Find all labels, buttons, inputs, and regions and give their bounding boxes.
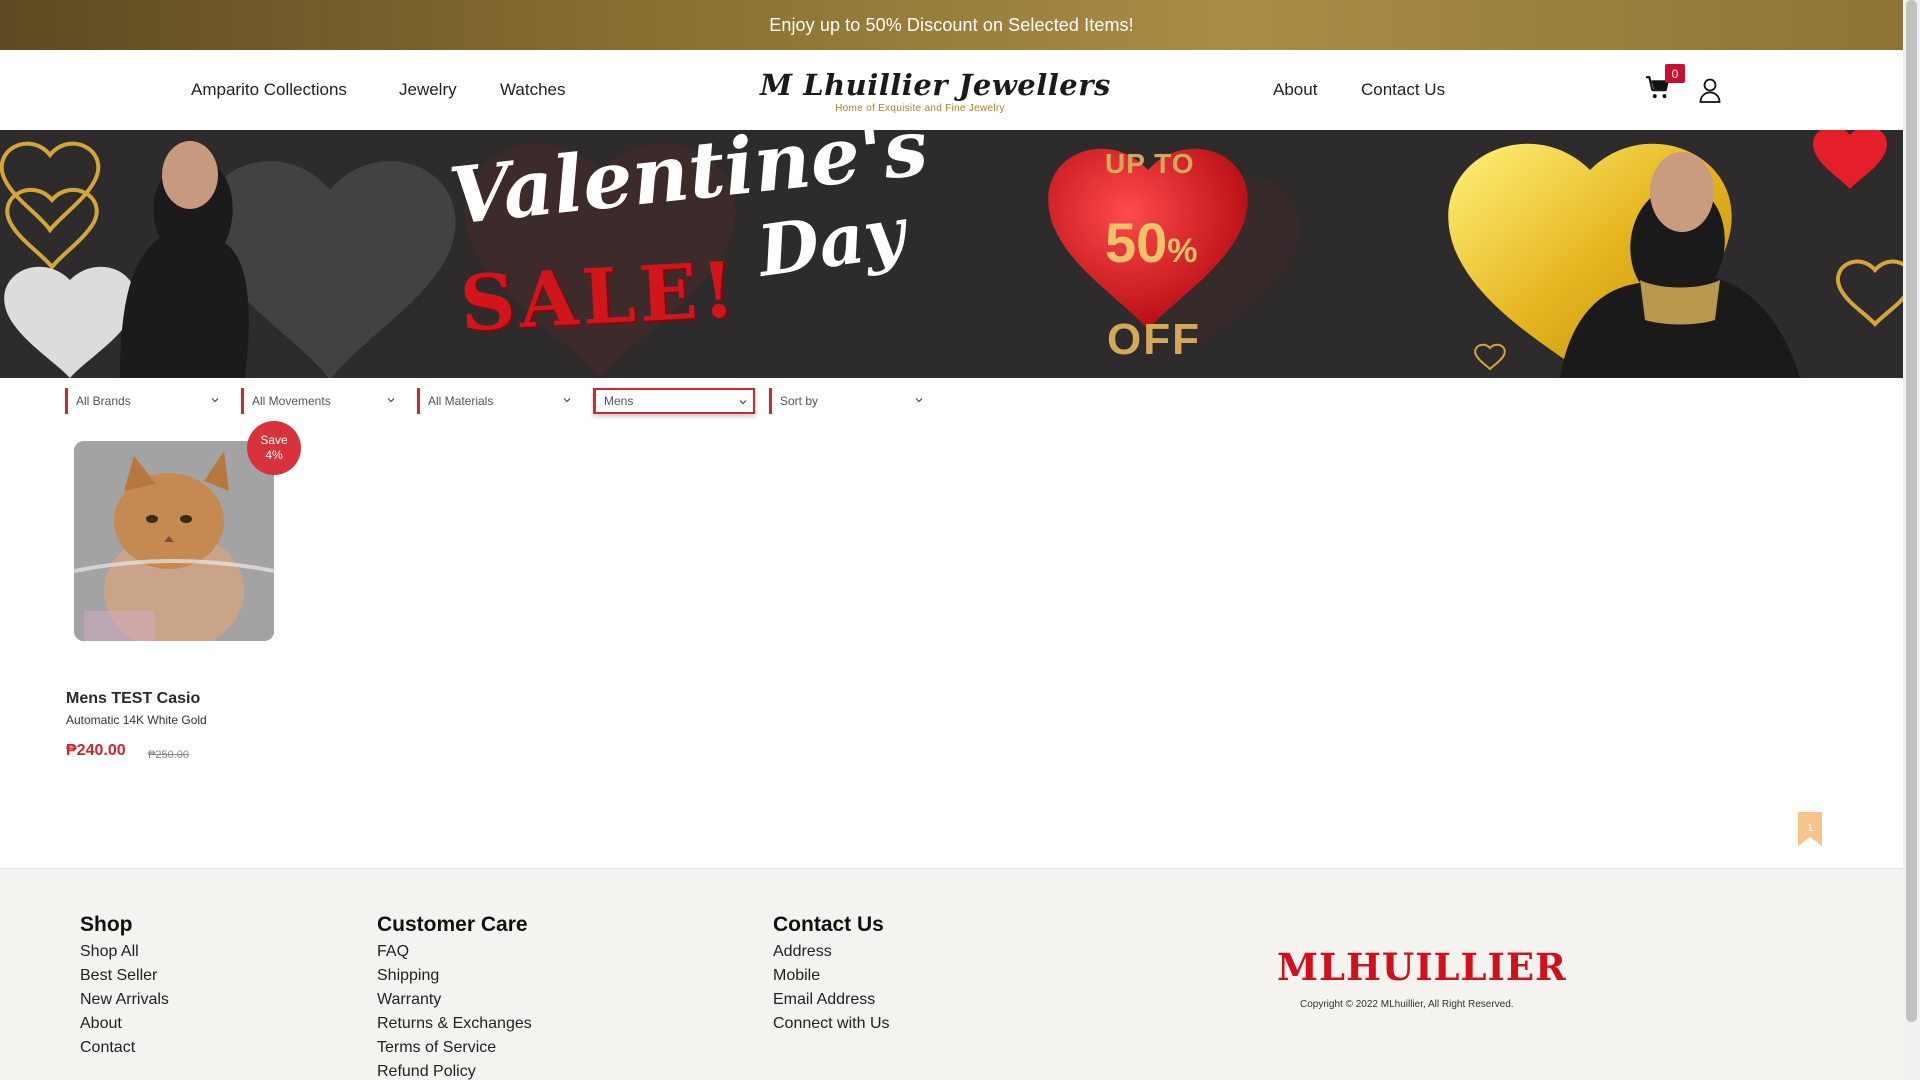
footer-link-best-seller[interactable]: Best Seller <box>80 964 169 988</box>
nav-about[interactable]: About <box>1273 50 1317 130</box>
banner-percent-sign: % <box>1167 232 1198 270</box>
footer-shop-title: Shop <box>80 913 133 936</box>
footer-link-faq[interactable]: FAQ <box>377 940 532 964</box>
footer-link-address[interactable]: Address <box>773 940 890 964</box>
chevron-down-icon <box>915 398 923 403</box>
footer-link-connect[interactable]: Connect with Us <box>773 1012 890 1036</box>
product-photo <box>74 441 274 641</box>
nav-jewelry[interactable]: Jewelry <box>399 50 457 130</box>
nav-watches[interactable]: Watches <box>500 50 566 130</box>
footer-care-column: Customer Care FAQ Shipping Warranty Retu… <box>377 913 532 1080</box>
sort-by-select[interactable]: Sort by <box>769 388 929 414</box>
bookmark-icon[interactable]: 1 <box>1798 812 1822 846</box>
filter-gender-value: Mens <box>604 394 634 408</box>
product-image[interactable] <box>74 441 274 641</box>
footer-link-about[interactable]: About <box>80 1012 169 1036</box>
footer-care-title: Customer Care <box>377 913 528 936</box>
footer-link-warranty[interactable]: Warranty <box>377 988 532 1012</box>
nav-amparito-collections[interactable]: Amparito Collections <box>191 50 347 130</box>
chevron-down-icon <box>739 400 747 405</box>
filter-materials-select[interactable]: All Materials <box>417 388 577 414</box>
footer-link-shipping[interactable]: Shipping <box>377 964 532 988</box>
user-icon[interactable] <box>1698 77 1722 103</box>
product-old-price: ₱250.00 <box>148 749 189 761</box>
product-price: ₱240.00 <box>66 742 126 759</box>
announcement-text: Enjoy up to 50% Discount on Selected Ite… <box>769 14 1134 35</box>
footer-brand-logo: MLHUILLIER <box>1277 945 1567 989</box>
filter-brands-value: All Brands <box>76 394 131 408</box>
footer-contact-title: Contact Us <box>773 913 884 936</box>
banner-percent: 50% <box>1105 210 1198 275</box>
chevron-down-icon <box>387 398 395 403</box>
footer-link-terms[interactable]: Terms of Service <box>377 1036 532 1060</box>
product-name[interactable]: Mens TEST Casio <box>66 690 200 708</box>
site-header: Amparito Collections Jewelry Watches M L… <box>0 50 1903 130</box>
filter-materials-value: All Materials <box>428 394 494 408</box>
banner-up-to: UP TO <box>1105 148 1195 179</box>
filter-bar: All Brands All Movements All Materials M… <box>0 378 1903 418</box>
filter-movements-value: All Movements <box>252 394 331 408</box>
banner-sale-text: SALE! <box>457 244 741 349</box>
chevron-down-icon <box>563 398 571 403</box>
footer-link-mobile[interactable]: Mobile <box>773 964 890 988</box>
save-badge-percent: 4% <box>265 448 283 462</box>
announcement-bar: Enjoy up to 50% Discount on Selected Ite… <box>0 0 1903 50</box>
filter-brands-select[interactable]: All Brands <box>65 388 225 414</box>
footer-link-email[interactable]: Email Address <box>773 988 890 1012</box>
footer-link-refund[interactable]: Refund Policy <box>377 1060 532 1080</box>
filter-gender-select[interactable]: Mens <box>593 388 755 414</box>
nav-contact-us[interactable]: Contact Us <box>1361 50 1445 130</box>
cart-count-badge: 0 <box>1665 64 1685 83</box>
footer-link-shop-all[interactable]: Shop All <box>80 940 169 964</box>
site-logo[interactable]: M Lhuillier Jewellers Home of Exquisite … <box>760 68 1111 118</box>
banner-heart-decorations <box>0 130 1903 378</box>
banner-off: OFF <box>1107 315 1201 364</box>
scrollbar-thumb[interactable] <box>1906 0 1917 1022</box>
site-footer: Shop Shop All Best Seller New Arrivals A… <box>0 868 1903 1080</box>
save-badge-label: Save <box>260 433 288 447</box>
filter-movements-select[interactable]: All Movements <box>241 388 401 414</box>
banner-percent-value: 50 <box>1105 211 1168 274</box>
footer-link-returns[interactable]: Returns & Exchanges <box>377 1012 532 1036</box>
footer-contact-column: Contact Us Address Mobile Email Address … <box>773 913 890 1036</box>
save-badge: Save 4% <box>247 421 301 475</box>
footer-shop-column: Shop Shop All Best Seller New Arrivals A… <box>80 913 169 1060</box>
valentines-sale-banner[interactable]: Valentine's Day SALE! UP TO 50% OFF <box>0 130 1903 378</box>
footer-link-new-arrivals[interactable]: New Arrivals <box>80 988 169 1012</box>
chevron-down-icon <box>211 398 219 403</box>
product-description: Automatic 14K White Gold <box>66 713 207 727</box>
logo-tagline: Home of Exquisite and Fine Jewelry <box>835 103 1005 114</box>
logo-wordmark: M Lhuillier Jewellers <box>760 68 1111 102</box>
bookmark-count: 1 <box>1807 822 1813 834</box>
footer-copyright: Copyright © 2022 MLhuillier, All Right R… <box>1300 999 1514 1010</box>
footer-link-contact[interactable]: Contact <box>80 1036 169 1060</box>
sort-by-value: Sort by <box>780 394 819 408</box>
